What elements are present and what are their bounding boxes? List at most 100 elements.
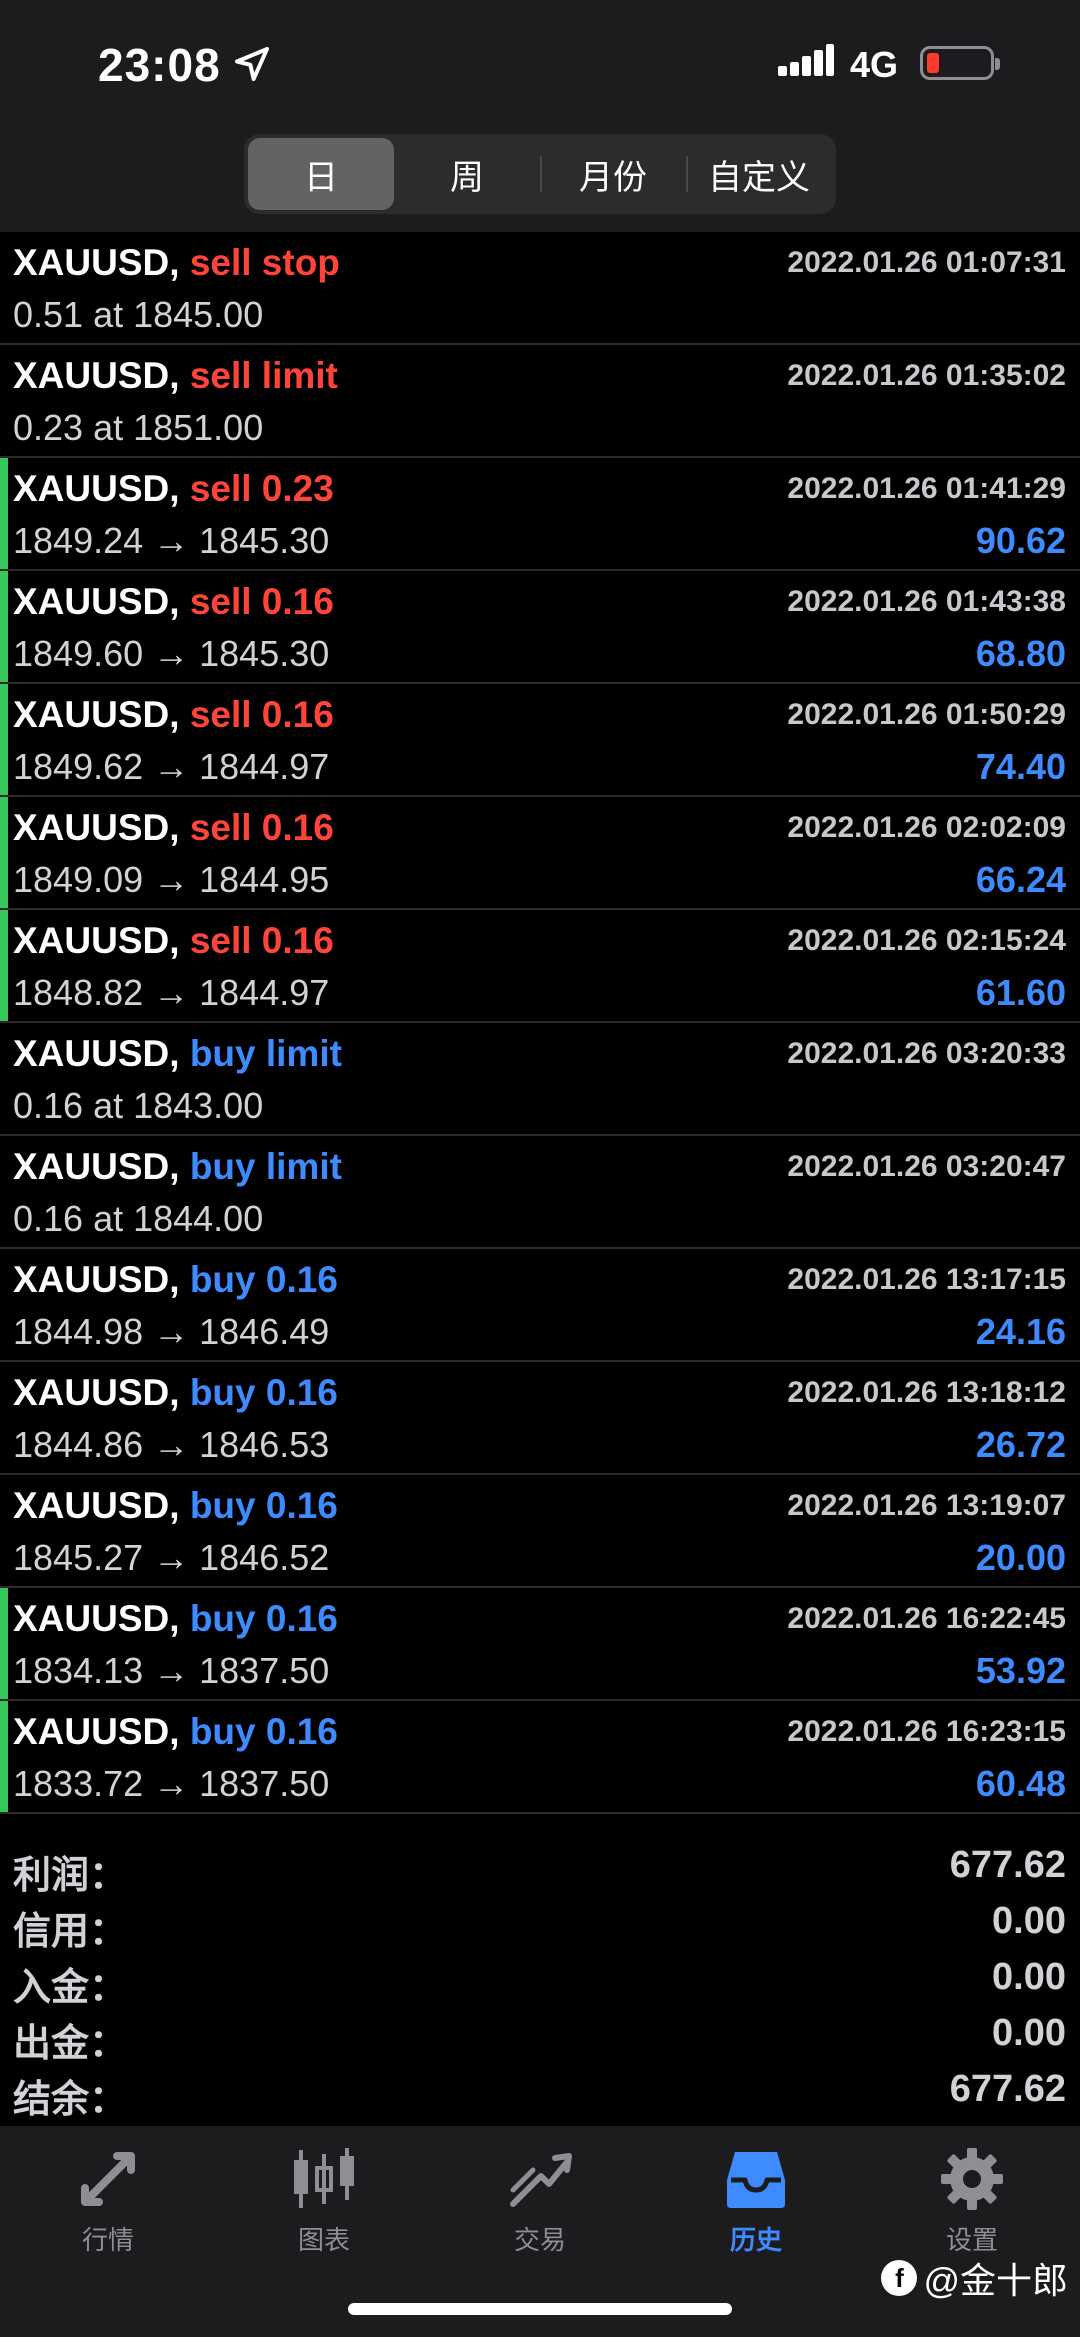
row-symbol: XAUUSD, <box>13 1711 180 1752</box>
summary-row: 利润： 677.62 <box>0 1838 1080 1897</box>
history-row[interactable]: XAUUSD, sell 0.23 2022.01.26 01:41:29 1849… <box>0 458 1080 571</box>
segment-custom[interactable]: 自定义 <box>686 138 832 210</box>
row-profit: 20.00 <box>975 1537 1066 1578</box>
segment-week[interactable]: 周 <box>394 138 540 210</box>
row-title: XAUUSD, buy 0.16 <box>13 1711 338 1753</box>
row-action: sell 0.16 <box>189 581 334 622</box>
row-time: 2022.01.26 01:41:29 <box>787 472 1066 505</box>
summary-value: 0.00 <box>992 1900 1066 1942</box>
tab-quotes[interactable]: 行情 <box>28 2144 188 2257</box>
row-detail: 0.23 at 1851.00 <box>13 407 264 448</box>
row-symbol: XAUUSD, <box>13 920 180 961</box>
row-title: XAUUSD, buy 0.16 <box>13 1372 338 1414</box>
row-symbol: XAUUSD, <box>13 581 180 622</box>
quotes-icon <box>81 2152 135 2206</box>
history-list: XAUUSD, sell stop 2022.01.26 01:07:31 0.51… <box>0 232 1080 1814</box>
row-action: sell stop <box>189 242 340 283</box>
history-row[interactable]: XAUUSD, sell 0.16 2022.01.26 01:43:38 1849… <box>0 571 1080 684</box>
watermark-logo-icon: f <box>881 2260 918 2296</box>
row-symbol: XAUUSD, <box>13 468 180 509</box>
tab-history[interactable]: 历史 <box>676 2144 836 2257</box>
history-row[interactable]: XAUUSD, buy limit 2022.01.26 03:20:47 0.16… <box>0 1136 1080 1249</box>
tab-label: 历史 <box>729 2225 782 2255</box>
summary-label: 结余： <box>13 2079 128 2121</box>
row-profit: 90.62 <box>975 520 1066 561</box>
row-action: buy 0.16 <box>189 1372 338 1413</box>
row-action: buy 0.16 <box>189 1711 338 1752</box>
segment-day[interactable]: 日 <box>248 138 394 210</box>
row-action: sell limit <box>189 355 338 396</box>
row-title: XAUUSD, buy 0.16 <box>13 1485 338 1527</box>
candlestick-chart-icon <box>294 2148 354 2208</box>
row-symbol: XAUUSD, <box>13 355 180 396</box>
row-profit: 24.16 <box>975 1311 1066 1352</box>
row-detail: 1849.09 → 1844.95 <box>13 859 330 900</box>
row-action: buy limit <box>189 1033 342 1074</box>
row-profit: 53.92 <box>975 1650 1066 1691</box>
row-symbol: XAUUSD, <box>13 1033 180 1074</box>
summary: 利润： 677.62 信用： 0.00 入金： 0.00 出金： 0.00 结余： 677.62 <box>0 1838 1080 2121</box>
row-profit: 66.24 <box>975 859 1066 900</box>
row-action: buy limit <box>189 1146 342 1187</box>
row-time: 2022.01.26 02:15:24 <box>787 924 1066 957</box>
row-action: sell 0.16 <box>189 694 334 735</box>
row-time: 2022.01.26 13:18:12 <box>787 1376 1066 1409</box>
segment-month[interactable]: 月份 <box>540 138 686 210</box>
row-symbol: XAUUSD, <box>13 1146 180 1187</box>
row-title: XAUUSD, sell limit <box>13 355 338 397</box>
summary-value: 677.62 <box>949 1844 1066 1886</box>
row-title: XAUUSD, buy limit <box>13 1033 342 1075</box>
row-title: XAUUSD, buy 0.16 <box>13 1598 338 1640</box>
row-action: buy 0.16 <box>189 1485 338 1526</box>
summary-row: 结余： 677.62 <box>0 2062 1080 2121</box>
row-detail: 1833.72 → 1837.50 <box>13 1763 330 1804</box>
header: 23:08 4G 日 周 月份 自定义 <box>0 0 1080 232</box>
history-row[interactable]: XAUUSD, sell 0.16 2022.01.26 02:15:24 1848… <box>0 910 1080 1023</box>
history-row[interactable]: XAUUSD, buy 0.16 2022.01.26 16:23:15 1833.… <box>0 1701 1080 1814</box>
history-row[interactable]: XAUUSD, sell 0.16 2022.01.26 01:50:29 1849… <box>0 684 1080 797</box>
row-title: XAUUSD, buy 0.16 <box>13 1259 338 1301</box>
row-profit: 61.60 <box>975 972 1066 1013</box>
row-profit: 74.40 <box>975 746 1066 787</box>
status-time: 23:08 <box>98 39 221 91</box>
history-row[interactable]: XAUUSD, buy 0.16 2022.01.26 13:17:15 1844.… <box>0 1249 1080 1362</box>
history-row[interactable]: XAUUSD, buy 0.16 2022.01.26 13:19:07 1845.… <box>0 1475 1080 1588</box>
history-row[interactable]: XAUUSD, buy 0.16 2022.01.26 16:22:45 1834.… <box>0 1588 1080 1701</box>
home-indicator <box>348 2303 732 2315</box>
summary-label: 利润： <box>13 1855 128 1897</box>
period-segmented-control: 日 周 月份 自定义 <box>244 134 836 214</box>
row-symbol: XAUUSD, <box>13 1372 180 1413</box>
row-action: sell 0.23 <box>189 468 334 509</box>
history-row[interactable]: XAUUSD, buy 0.16 2022.01.26 13:18:12 1844.… <box>0 1362 1080 1475</box>
row-symbol: XAUUSD, <box>13 1259 180 1300</box>
battery-icon <box>920 46 1000 80</box>
tab-chart[interactable]: 图表 <box>244 2144 404 2257</box>
row-symbol: XAUUSD, <box>13 807 180 848</box>
summary-row: 出金： 0.00 <box>0 2006 1080 2065</box>
row-time: 2022.01.26 01:50:29 <box>787 698 1066 731</box>
tab-trade[interactable]: 交易 <box>460 2144 620 2257</box>
row-detail: 1834.13 → 1837.50 <box>13 1650 330 1691</box>
row-title: XAUUSD, sell 0.16 <box>13 581 334 623</box>
history-row[interactable]: XAUUSD, buy limit 2022.01.26 03:20:33 0.16… <box>0 1023 1080 1136</box>
row-detail: 1849.60 → 1845.30 <box>13 633 330 674</box>
row-title: XAUUSD, sell 0.23 <box>13 468 334 510</box>
row-time: 2022.01.26 01:35:02 <box>787 359 1066 392</box>
summary-value: 0.00 <box>992 1956 1066 1998</box>
trade-icon <box>510 2153 572 2207</box>
row-time: 2022.01.26 03:20:47 <box>787 1150 1066 1183</box>
tab-settings[interactable]: 设置 <box>892 2144 1052 2257</box>
tab-label: 图表 <box>297 2225 350 2255</box>
row-time: 2022.01.26 02:02:09 <box>787 811 1066 844</box>
history-inbox-icon <box>727 2152 785 2208</box>
row-action: buy 0.16 <box>189 1259 338 1300</box>
summary-label: 出金： <box>13 2023 128 2065</box>
row-profit: 26.72 <box>975 1424 1066 1465</box>
history-row[interactable]: XAUUSD, sell 0.16 2022.01.26 02:02:09 1849… <box>0 797 1080 910</box>
history-row[interactable]: XAUUSD, sell limit 2022.01.26 01:35:02 0.2… <box>0 345 1080 458</box>
row-title: XAUUSD, sell 0.16 <box>13 694 334 736</box>
row-action: buy 0.16 <box>189 1598 338 1639</box>
history-row[interactable]: XAUUSD, sell stop 2022.01.26 01:07:31 0.51… <box>0 232 1080 345</box>
row-action: sell 0.16 <box>189 920 334 961</box>
row-detail: 1845.27 → 1846.52 <box>13 1537 330 1578</box>
